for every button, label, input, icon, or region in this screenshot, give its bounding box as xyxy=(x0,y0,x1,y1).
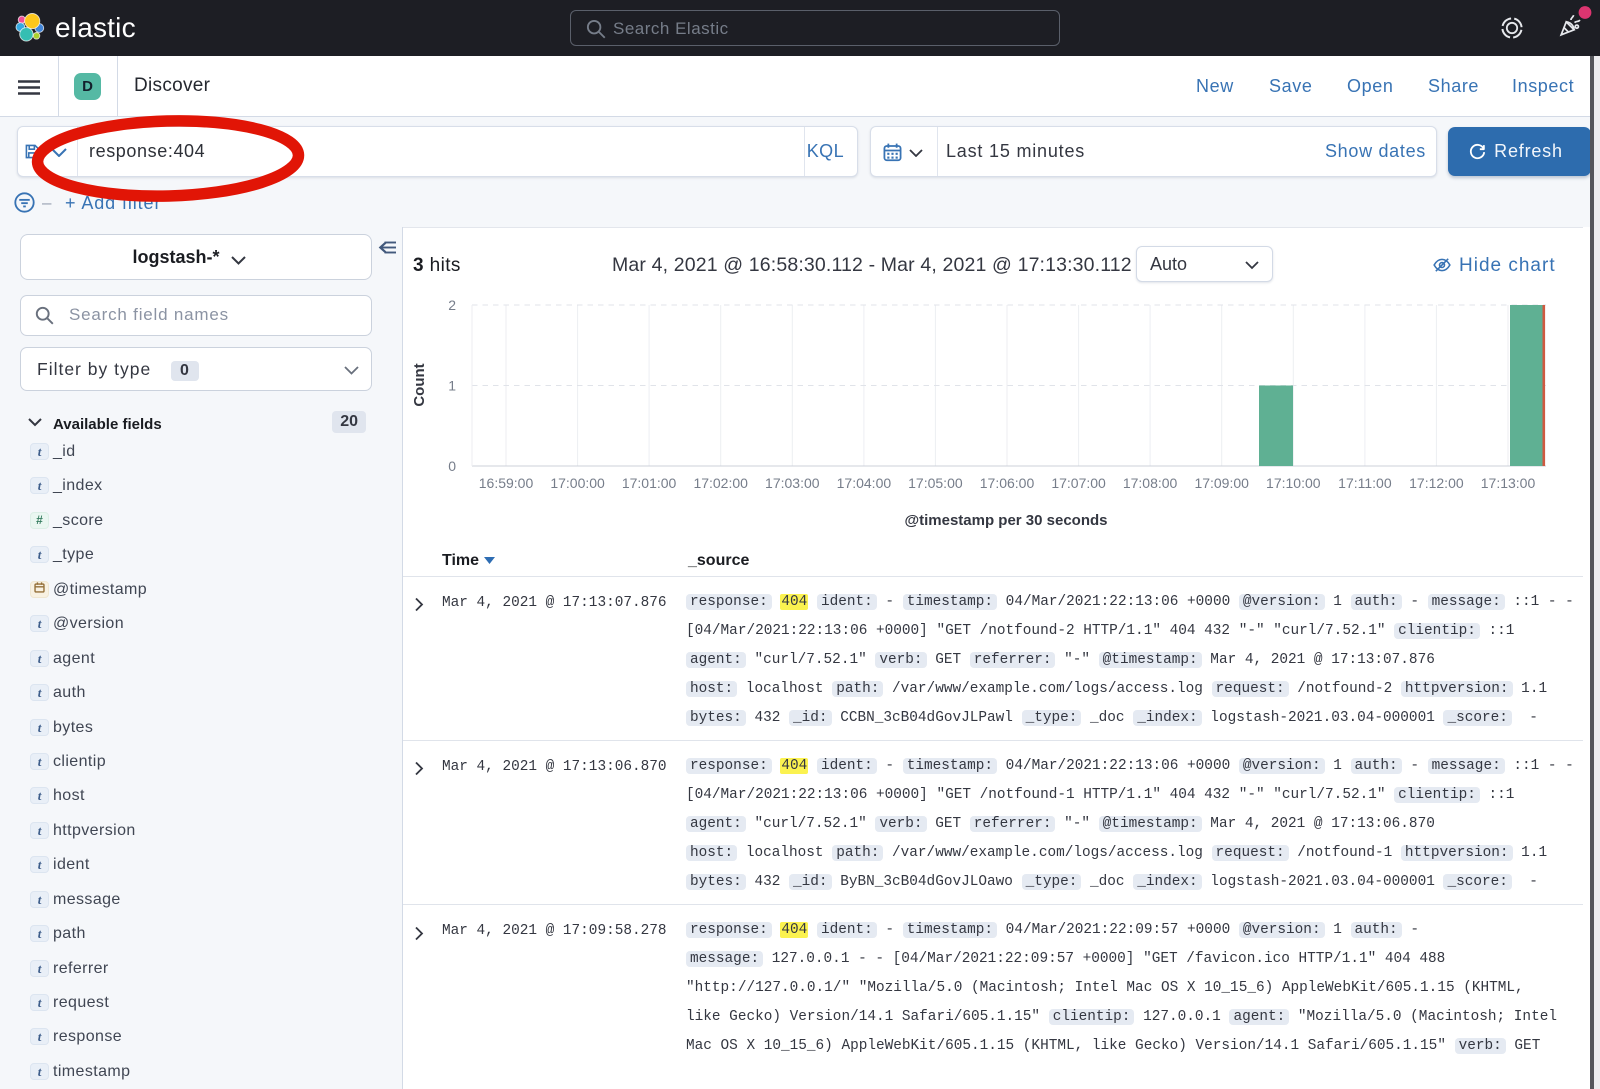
svg-text:16:59:00: 16:59:00 xyxy=(479,475,534,491)
svg-text:17:03:00: 17:03:00 xyxy=(765,475,820,491)
svg-text:17:10:00: 17:10:00 xyxy=(1266,475,1321,491)
svg-text:@timestamp per 30 seconds: @timestamp per 30 seconds xyxy=(904,512,1107,529)
svg-text:17:11:00: 17:11:00 xyxy=(1338,475,1392,491)
svg-text:17:08:00: 17:08:00 xyxy=(1123,475,1178,491)
svg-text:17:00:00: 17:00:00 xyxy=(550,475,605,491)
svg-text:17:05:00: 17:05:00 xyxy=(908,475,963,491)
svg-text:17:04:00: 17:04:00 xyxy=(837,475,892,491)
svg-text:0: 0 xyxy=(448,458,456,474)
svg-text:17:06:00: 17:06:00 xyxy=(980,475,1035,491)
svg-text:17:02:00: 17:02:00 xyxy=(693,475,748,491)
svg-text:17:12:00: 17:12:00 xyxy=(1409,475,1464,491)
svg-text:17:07:00: 17:07:00 xyxy=(1051,475,1106,491)
svg-text:1: 1 xyxy=(448,378,456,394)
svg-text:17:01:00: 17:01:00 xyxy=(622,475,677,491)
svg-text:17:13:00: 17:13:00 xyxy=(1481,475,1536,491)
svg-text:17:09:00: 17:09:00 xyxy=(1194,475,1249,491)
svg-text:2: 2 xyxy=(448,297,456,313)
svg-text:Count: Count xyxy=(411,363,428,406)
